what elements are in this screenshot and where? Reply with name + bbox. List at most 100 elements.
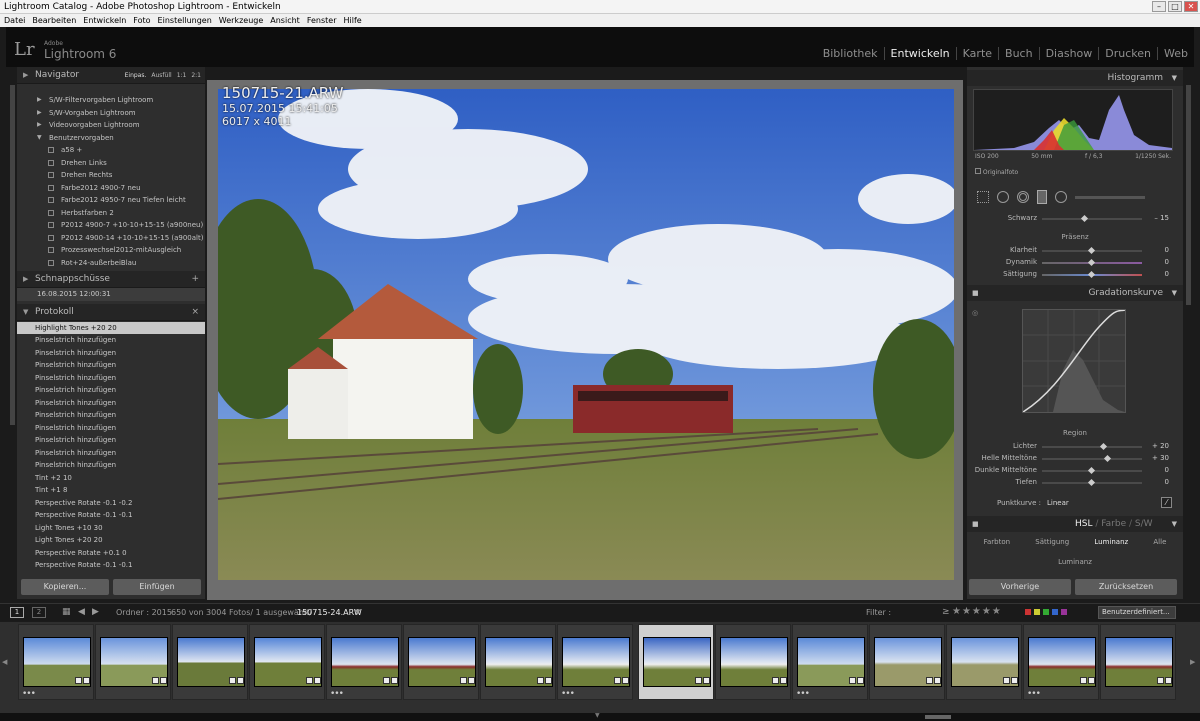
menu-ansicht[interactable]: Ansicht (270, 14, 300, 27)
preset-item[interactable]: Farbe2012 4900-7 neu (17, 182, 205, 195)
history-item[interactable]: Pinselstrich hinzufügen (17, 397, 205, 410)
dunkle-value[interactable]: 0 (1149, 466, 1169, 474)
preset-item[interactable]: a58 + (17, 144, 205, 157)
history-item[interactable]: Perspective Rotate +0.1 0 (17, 547, 205, 560)
luminanz-tab[interactable]: Luminanz (1094, 538, 1128, 546)
filmstrip-thumb[interactable] (172, 624, 248, 700)
preset-item[interactable]: Herbstfarben 2 (17, 207, 205, 220)
tiefen-knob[interactable] (1087, 478, 1096, 487)
schwarz-knob[interactable] (1080, 214, 1089, 223)
history-item[interactable]: Pinselstrich hinzufügen (17, 459, 205, 472)
history-item[interactable]: Perspective Rotate -0.1 -0.1 (17, 559, 205, 572)
yellow-label-icon[interactable] (1034, 609, 1040, 615)
crop-icon[interactable] (977, 191, 989, 203)
hsl-header[interactable]: ■ HSL / Farbe / S/W ▼ (967, 516, 1183, 532)
saettigung-value[interactable]: 0 (1149, 270, 1169, 278)
preset-item[interactable]: Farbe2012 4950-7 neu Tiefen leicht (17, 194, 205, 207)
point-curve-edit-icon[interactable]: ⁄ (1161, 497, 1172, 508)
dunkle-knob[interactable] (1087, 466, 1096, 475)
farbton-tab[interactable]: Farbton (984, 538, 1010, 546)
spot-removal-icon[interactable] (997, 191, 1009, 203)
filmstrip-thumb[interactable]: ••• (18, 624, 94, 700)
purple-label-icon[interactable] (1061, 609, 1067, 615)
star-rating-filter[interactable]: ★★★★★ (952, 606, 1002, 617)
radial-filter-icon[interactable] (1055, 191, 1067, 203)
graduated-filter-icon[interactable] (1037, 190, 1047, 204)
grid-icon[interactable]: ▦ (62, 607, 71, 617)
history-item[interactable]: Tint +2 10 (17, 472, 205, 485)
history-header[interactable]: ▼ Protokoll × (17, 303, 205, 321)
filmstrip-scrollbar[interactable] (925, 715, 951, 719)
tiefen-value[interactable]: 0 (1149, 478, 1169, 486)
history-item[interactable]: Perspective Rotate -0.1 -0.2 (17, 497, 205, 510)
filmstrip-thumb[interactable] (946, 624, 1022, 700)
color-label-filter[interactable] (1025, 609, 1067, 615)
sw-tab[interactable]: S/W (1135, 519, 1153, 529)
original-photo-toggle[interactable]: Originalfoto (975, 168, 1018, 176)
snapshot-item[interactable]: 16.08.2015 12:00:31 (17, 288, 205, 301)
saettigung-knob[interactable] (1087, 270, 1096, 279)
target-adjust-icon[interactable]: ◎ (972, 309, 978, 317)
menu-werkzeuge[interactable]: Werkzeuge (219, 14, 263, 27)
menu-hilfe[interactable]: Hilfe (343, 14, 361, 27)
history-item[interactable]: Pinselstrich hinzufügen (17, 359, 205, 372)
module-bibliothek[interactable]: Bibliothek (817, 47, 884, 60)
red-eye-icon[interactable] (1017, 191, 1029, 203)
dynamik-value[interactable]: 0 (1149, 258, 1169, 266)
module-karte[interactable]: Karte (955, 47, 998, 60)
klarheit-value[interactable]: 0 (1149, 246, 1169, 254)
right-scrollbar[interactable] (1186, 85, 1191, 305)
main-screen-button[interactable]: 1 (10, 607, 24, 618)
panel-toggle-icon[interactable]: ■ (972, 285, 979, 301)
forward-arrow-icon[interactable]: ▶ (92, 607, 99, 617)
schwarz-slider[interactable] (1042, 218, 1142, 220)
filmstrip-thumb[interactable]: ••• (557, 624, 633, 700)
menu-fenster[interactable]: Fenster (307, 14, 337, 27)
history-item[interactable]: Highlight Tones +20 20 (17, 321, 205, 334)
history-item[interactable]: Pinselstrich hinzufügen (17, 409, 205, 422)
filmstrip-thumb[interactable] (1100, 624, 1176, 700)
filmstrip-thumb[interactable] (480, 624, 556, 700)
paste-settings-button[interactable]: Einfügen (113, 579, 201, 595)
clear-history-button[interactable]: × (191, 304, 199, 321)
source-folder[interactable]: Ordner : 2015 (116, 608, 172, 617)
lichter-value[interactable]: + 20 (1149, 442, 1169, 450)
filmstrip-thumb[interactable] (403, 624, 479, 700)
menu-foto[interactable]: Foto (133, 14, 150, 27)
filmstrip-thumb[interactable] (869, 624, 945, 700)
main-photo[interactable] (218, 89, 954, 580)
menu-entwickeln[interactable]: Entwickeln (83, 14, 126, 27)
history-item[interactable]: Perspective Rotate -0.1 -0.1 (17, 509, 205, 522)
tonecurve-graph[interactable] (1022, 309, 1126, 413)
filmstrip-thumb[interactable] (715, 624, 791, 700)
copy-settings-button[interactable]: Kopieren... (21, 579, 109, 595)
filmstrip-thumb-selected[interactable] (638, 624, 714, 700)
history-item[interactable]: Pinselstrich hinzufügen (17, 384, 205, 397)
punktkurve-select[interactable]: Linear (1047, 499, 1069, 507)
history-item[interactable]: Pinselstrich hinzufügen (17, 347, 205, 360)
helle-slider[interactable] (1042, 458, 1142, 460)
history-item[interactable]: Light Tones +10 30 (17, 522, 205, 535)
preset-item[interactable]: Drehen Links (17, 157, 205, 170)
module-drucken[interactable]: Drucken (1098, 47, 1157, 60)
dropdown-icon[interactable]: ▼ (355, 608, 360, 616)
back-arrow-icon[interactable]: ◀ (78, 607, 85, 617)
klarheit-knob[interactable] (1087, 246, 1096, 255)
red-label-icon[interactable] (1025, 609, 1031, 615)
blue-label-icon[interactable] (1052, 609, 1058, 615)
preset-item[interactable]: Prozesswechsel2012-mitAusgleich (17, 244, 205, 257)
history-item[interactable]: Pinselstrich hinzufügen (17, 334, 205, 347)
rating-operator[interactable]: ≥ (942, 607, 950, 617)
lichter-knob[interactable] (1099, 442, 1108, 451)
navigator-header[interactable]: ▶ Navigator Einpas. Ausfüll 1:1 2:1 (17, 67, 205, 84)
close-button[interactable]: ✕ (1184, 1, 1198, 12)
previous-button[interactable]: Vorherige (969, 579, 1071, 595)
preset-item[interactable]: Rot+24-außerbeiBlau (17, 257, 205, 270)
filter-preset-select[interactable]: Benutzerdefiniert... (1098, 606, 1176, 619)
green-label-icon[interactable] (1043, 609, 1049, 615)
zoom-fill[interactable]: Ausfüll (151, 67, 171, 84)
preset-item[interactable]: Drehen Rechts (17, 169, 205, 182)
history-item[interactable]: Pinselstrich hinzufügen (17, 434, 205, 447)
minimize-button[interactable]: – (1152, 1, 1166, 12)
preset-group[interactable]: ▼ Benutzervorgaben (17, 132, 205, 145)
